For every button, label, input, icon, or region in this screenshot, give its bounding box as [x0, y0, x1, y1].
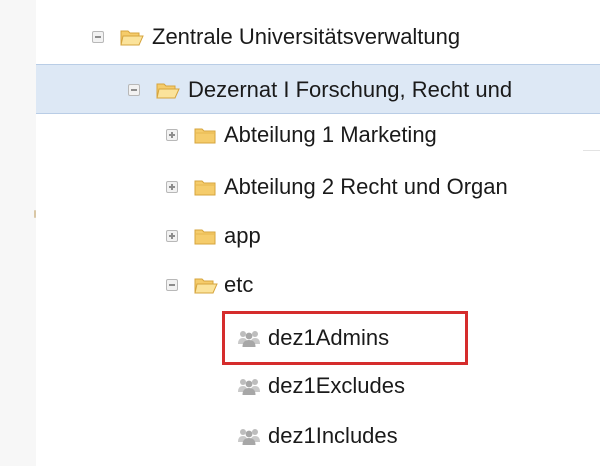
tree-node-label: Abteilung 1 Marketing	[224, 122, 437, 147]
tree-node-abteilung-2-recht-und-organ[interactable]: Abteilung 2 Recht und Organ	[36, 162, 600, 212]
minus-box-icon[interactable]	[92, 31, 104, 43]
tree-node-label: Zentrale Universitätsverwaltung	[152, 24, 461, 49]
tree-node-label: dez1Excludes	[268, 373, 405, 398]
left-gutter	[0, 0, 36, 466]
tree-node-label: Dezernat I Forschung, Recht und	[188, 77, 513, 102]
tree-node-label: dez1Includes	[268, 423, 398, 448]
group-icon	[238, 429, 260, 445]
tree-node-etc[interactable]: etc	[36, 260, 600, 310]
minus-box-icon[interactable]	[128, 84, 140, 96]
folder-icon	[194, 180, 216, 196]
minus-box-icon[interactable]	[166, 279, 178, 291]
plus-box-icon[interactable]	[166, 129, 178, 141]
tree-node-label: Abteilung 2 Recht und Organ	[224, 174, 508, 199]
plus-box-icon[interactable]	[166, 230, 178, 242]
plus-box-icon[interactable]	[166, 181, 178, 193]
tree-node-abteilung-1-marketing[interactable]: Abteilung 1 Marketing	[36, 110, 600, 160]
folder-icon	[194, 229, 216, 245]
group-icon	[238, 379, 260, 395]
folder-open-icon	[156, 83, 180, 99]
tree-node-dez1excludes[interactable]: dez1Excludes	[36, 361, 600, 411]
folder-open-icon	[120, 30, 144, 46]
folder-icon	[194, 128, 216, 144]
tree-node-dez1includes[interactable]: dez1Includes	[36, 411, 600, 461]
folder-open-icon	[194, 278, 218, 294]
tree-node-label: app	[224, 223, 261, 248]
tree-node-dezernat-i[interactable]: Dezernat I Forschung, Recht und	[36, 64, 600, 114]
tree-node-label: etc	[224, 272, 254, 297]
highlight-annotation-box	[222, 311, 468, 365]
tree-view: Zentrale Universitätsverwaltung Dezernat…	[36, 0, 600, 466]
tree-node-app[interactable]: app	[36, 211, 600, 261]
tree-node-zentrale-universitaetsverwaltung[interactable]: Zentrale Universitätsverwaltung	[36, 12, 600, 62]
